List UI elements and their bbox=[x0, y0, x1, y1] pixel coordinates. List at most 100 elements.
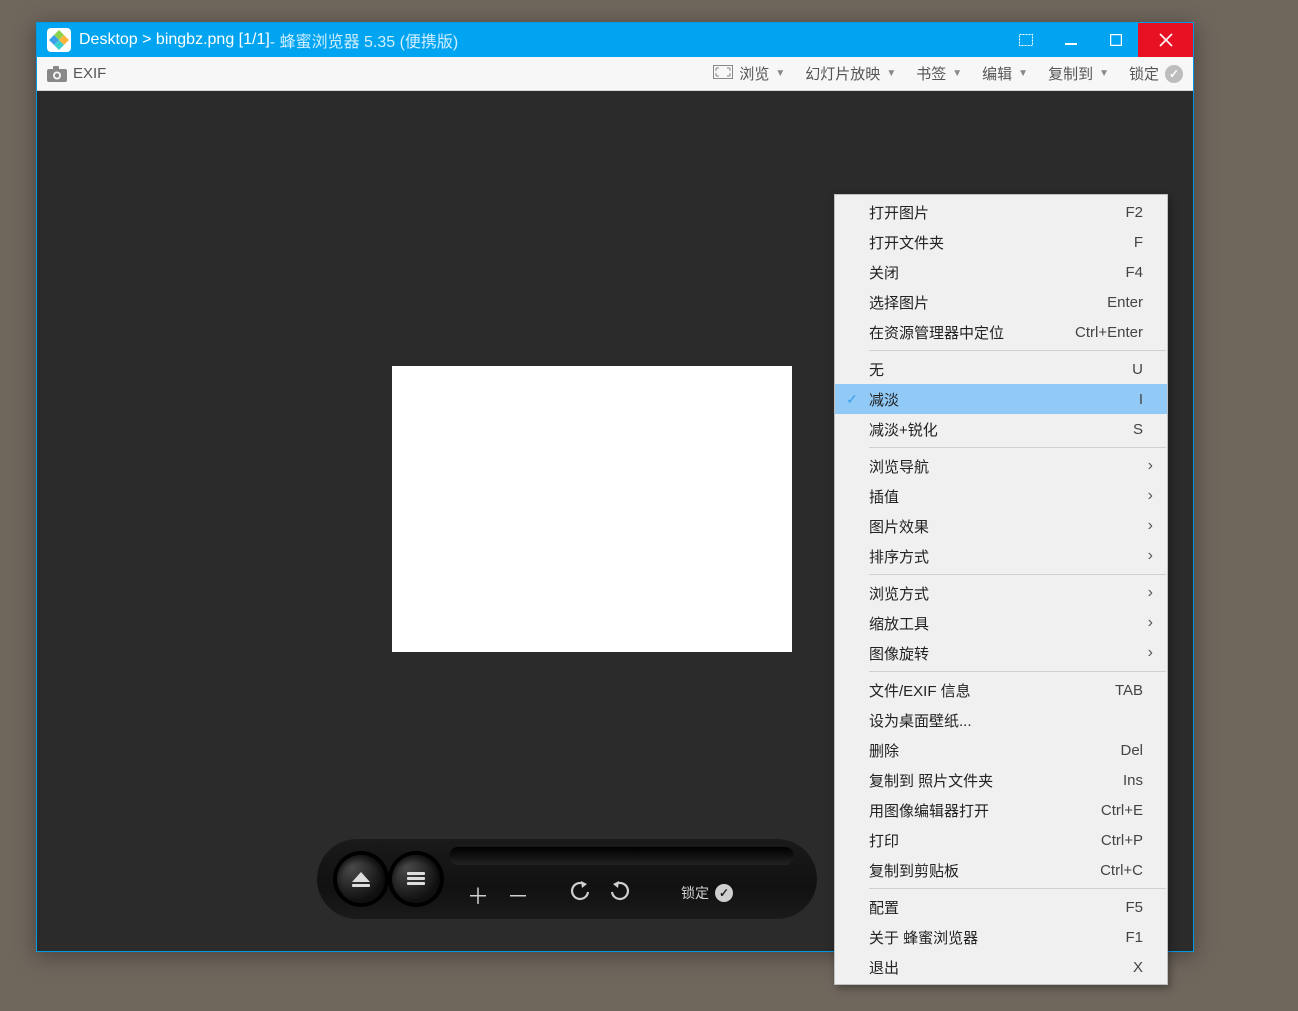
chevron-right-icon bbox=[1143, 517, 1153, 535]
context-menu-item[interactable]: 选择图片Enter bbox=[835, 287, 1167, 317]
menu-item-label: 排序方式 bbox=[869, 546, 1143, 567]
undo-button[interactable] bbox=[569, 879, 591, 901]
window-title-prefix: Desktop > bingbz.png [1/1] bbox=[79, 31, 270, 49]
chevron-right-icon bbox=[1143, 584, 1153, 602]
slideshow-menu[interactable]: 幻灯片放映 ▼ bbox=[805, 63, 896, 84]
edit-menu[interactable]: 编辑 ▼ bbox=[982, 63, 1028, 84]
chevron-down-icon: ▼ bbox=[1018, 68, 1028, 79]
fit-icon bbox=[713, 65, 733, 83]
menu-item-label: 关于 蜂蜜浏览器 bbox=[869, 927, 1113, 948]
check-circle-icon: ✓ bbox=[1165, 65, 1183, 83]
bottom-lock-label: 锁定 bbox=[681, 883, 709, 903]
menu-item-shortcut: F5 bbox=[1125, 899, 1143, 916]
menu-item-label: 插值 bbox=[869, 486, 1143, 507]
fullscreen-button[interactable] bbox=[1003, 23, 1048, 57]
browse-menu[interactable]: 浏览 ▼ bbox=[713, 63, 785, 84]
progress-track[interactable] bbox=[449, 847, 794, 865]
menu-item-label: 用图像编辑器打开 bbox=[869, 800, 1089, 821]
menu-item-shortcut: S bbox=[1133, 421, 1143, 438]
hamburger-icon bbox=[407, 872, 425, 886]
menu-item-shortcut: X bbox=[1133, 959, 1143, 976]
context-menu-item[interactable]: 退出X bbox=[835, 952, 1167, 982]
menu-item-label: 浏览方式 bbox=[869, 583, 1143, 604]
toolbar: EXIF 浏览 ▼ 幻灯片放映 ▼ 书签 ▼ bbox=[37, 57, 1193, 91]
menu-item-label: 无 bbox=[869, 359, 1120, 380]
menu-item-label: 打开图片 bbox=[869, 202, 1113, 223]
context-menu-item[interactable]: 打开图片 F2 bbox=[835, 197, 1167, 227]
copyto-menu[interactable]: 复制到 ▼ bbox=[1048, 63, 1109, 84]
menu-item-label: 关闭 bbox=[869, 262, 1113, 283]
image-canvas[interactable] bbox=[392, 366, 792, 652]
camera-icon[interactable] bbox=[47, 66, 67, 82]
menu-item-label: 在资源管理器中定位 bbox=[869, 322, 1063, 343]
minimize-button[interactable] bbox=[1048, 23, 1093, 57]
context-menu-item[interactable]: 插值 bbox=[835, 481, 1167, 511]
menu-item-label: 文件/EXIF 信息 bbox=[869, 680, 1103, 701]
context-menu-item[interactable]: 设为桌面壁纸... bbox=[835, 705, 1167, 735]
menu-item-shortcut: I bbox=[1139, 391, 1143, 408]
undo-icon bbox=[569, 879, 591, 901]
context-menu-item[interactable]: 浏览导航 bbox=[835, 451, 1167, 481]
context-menu-item[interactable]: 文件/EXIF 信息 TAB bbox=[835, 675, 1167, 705]
context-menu-item[interactable]: 图片效果 bbox=[835, 511, 1167, 541]
bottom-lock-toggle[interactable]: 锁定 ✓ bbox=[681, 883, 733, 903]
menu-item-shortcut: Ctrl+Enter bbox=[1075, 324, 1143, 341]
chevron-right-icon bbox=[1143, 457, 1153, 475]
titlebar[interactable]: Desktop > bingbz.png [1/1] - 蜂蜜浏览器 5.35 … bbox=[37, 23, 1193, 57]
context-menu-item[interactable]: 图像旋转 bbox=[835, 638, 1167, 668]
menu-item-shortcut: TAB bbox=[1115, 682, 1143, 699]
check-icon bbox=[835, 391, 869, 408]
menu-separator bbox=[869, 574, 1166, 575]
context-menu-item[interactable]: 配置F5 bbox=[835, 892, 1167, 922]
exif-button[interactable]: EXIF bbox=[73, 65, 106, 82]
close-button[interactable] bbox=[1138, 23, 1193, 57]
menu-item-label: 复制到剪贴板 bbox=[869, 860, 1088, 881]
context-menu-item[interactable]: 关于 蜂蜜浏览器F1 bbox=[835, 922, 1167, 952]
menu-separator bbox=[869, 888, 1166, 889]
context-menu-item[interactable]: 打印Ctrl+P bbox=[835, 825, 1167, 855]
context-menu-item[interactable]: 关闭F4 bbox=[835, 257, 1167, 287]
context-menu: 打开图片 F2 打开文件夹F关闭F4选择图片Enter 在资源管理器中定位 Ctrl+E… bbox=[834, 194, 1168, 985]
chevron-down-icon: ▼ bbox=[952, 68, 962, 79]
chevron-right-icon bbox=[1143, 487, 1153, 505]
context-menu-item[interactable]: 减淡+锐化S bbox=[835, 414, 1167, 444]
context-menu-item[interactable]: 缩放工具 bbox=[835, 608, 1167, 638]
menu-item-label: 图像旋转 bbox=[869, 643, 1143, 664]
browse-label: 浏览 bbox=[739, 63, 769, 84]
context-menu-item[interactable]: 排序方式 bbox=[835, 541, 1167, 571]
context-menu-item[interactable]: 删除Del bbox=[835, 735, 1167, 765]
context-menu-item[interactable]: 复制到 照片文件夹Ins bbox=[835, 765, 1167, 795]
lock-toggle[interactable]: 锁定 ✓ bbox=[1129, 63, 1183, 84]
check-circle-icon: ✓ bbox=[715, 884, 733, 902]
context-menu-item[interactable]: 打开文件夹F bbox=[835, 227, 1167, 257]
copyto-label: 复制到 bbox=[1048, 63, 1093, 84]
zoom-out-button[interactable]: － bbox=[507, 879, 529, 911]
eject-button[interactable] bbox=[337, 855, 385, 903]
menu-item-shortcut: F2 bbox=[1125, 204, 1143, 221]
bookmark-menu[interactable]: 书签 ▼ bbox=[916, 63, 962, 84]
menu-item-shortcut: Enter bbox=[1107, 294, 1143, 311]
menu-item-shortcut: Ctrl+P bbox=[1101, 832, 1143, 849]
bookmark-label: 书签 bbox=[916, 63, 946, 84]
context-menu-item[interactable]: 复制到剪贴板Ctrl+C bbox=[835, 855, 1167, 885]
lock-label: 锁定 bbox=[1129, 63, 1159, 84]
menu-separator bbox=[869, 350, 1166, 351]
context-menu-item[interactable]: 无U bbox=[835, 354, 1167, 384]
context-menu-item[interactable]: 在资源管理器中定位 Ctrl+Enter bbox=[835, 317, 1167, 347]
zoom-in-button[interactable]: ＋ bbox=[467, 879, 489, 911]
menu-button[interactable] bbox=[392, 855, 440, 903]
context-menu-item[interactable]: 浏览方式 bbox=[835, 578, 1167, 608]
context-menu-item[interactable]: 减淡 I bbox=[835, 384, 1167, 414]
context-menu-item[interactable]: 用图像编辑器打开Ctrl+E bbox=[835, 795, 1167, 825]
chevron-right-icon bbox=[1143, 547, 1153, 565]
menu-item-label: 减淡 bbox=[869, 389, 1127, 410]
menu-item-label: 复制到 照片文件夹 bbox=[869, 770, 1111, 791]
menu-separator bbox=[869, 447, 1166, 448]
menu-item-label: 图片效果 bbox=[869, 516, 1143, 537]
maximize-button[interactable] bbox=[1093, 23, 1138, 57]
redo-button[interactable] bbox=[609, 879, 631, 901]
slideshow-label: 幻灯片放映 bbox=[805, 63, 880, 84]
chevron-right-icon bbox=[1143, 644, 1153, 662]
menu-item-shortcut: F bbox=[1134, 234, 1143, 251]
chevron-right-icon bbox=[1143, 614, 1153, 632]
